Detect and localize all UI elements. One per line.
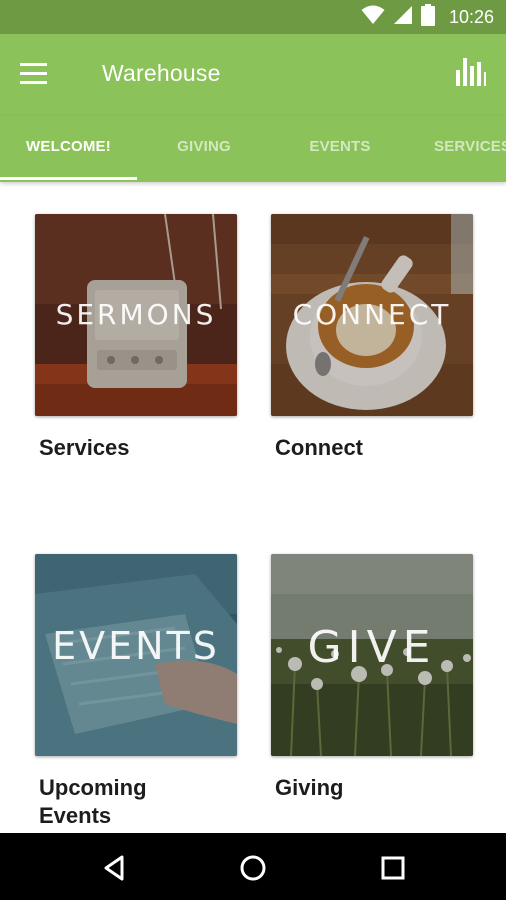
card-connect[interactable]: CONNECT Connect (271, 214, 473, 462)
card-upcoming-events[interactable]: EVENTS Upcoming Events (35, 554, 237, 830)
card-events-caption: Upcoming Events (39, 775, 147, 828)
card-connect-image: CONNECT (271, 214, 473, 416)
card-events-overlay: EVENTS (52, 624, 220, 668)
card-services-image: SERMONS (35, 214, 237, 416)
tab-giving[interactable]: GIVING (137, 116, 271, 178)
card-giving[interactable]: GIVE Giving (271, 554, 473, 802)
app-bar: Warehouse (0, 34, 506, 116)
home-button[interactable] (236, 851, 270, 885)
battery-icon (420, 3, 435, 31)
tab-bar: WELCOME! GIVING EVENTS SERVICES (0, 116, 506, 182)
app-screen: 10:26 Warehouse WELCOME! GIVING EVENTS S… (0, 0, 506, 900)
card-services-caption: Services (39, 435, 130, 460)
recents-icon (376, 856, 410, 889)
hamburger-menu-icon (20, 63, 48, 96)
bar-chart-icon (456, 58, 486, 94)
tab-welcome[interactable]: WELCOME! (0, 116, 137, 178)
system-nav-bar (0, 833, 506, 900)
tab-events[interactable]: EVENTS (271, 116, 409, 178)
menu-button[interactable] (20, 56, 60, 92)
status-bar: 10:26 (0, 0, 506, 34)
wifi-icon (361, 5, 385, 30)
status-time: 10:26 (448, 6, 494, 27)
card-connect-overlay: CONNECT (292, 298, 452, 331)
stats-button[interactable] (456, 54, 490, 90)
card-giving-image: GIVE (271, 554, 473, 756)
back-icon (98, 855, 132, 889)
card-events-image: EVENTS (35, 554, 237, 756)
card-giving-caption: Giving (275, 775, 344, 800)
card-services-overlay: SERMONS (55, 298, 217, 331)
active-tab-indicator (0, 177, 137, 180)
back-button[interactable] (98, 851, 132, 885)
signal-icon (393, 5, 413, 30)
card-giving-overlay: GIVE (307, 622, 437, 673)
card-services[interactable]: SERMONS Services (35, 214, 237, 462)
tab-services[interactable]: SERVICES (434, 116, 506, 178)
recents-button[interactable] (376, 851, 410, 885)
home-icon (236, 855, 270, 889)
app-title: Warehouse (102, 60, 221, 86)
card-connect-caption: Connect (275, 435, 363, 460)
status-icons: 10:26 (361, 0, 494, 34)
